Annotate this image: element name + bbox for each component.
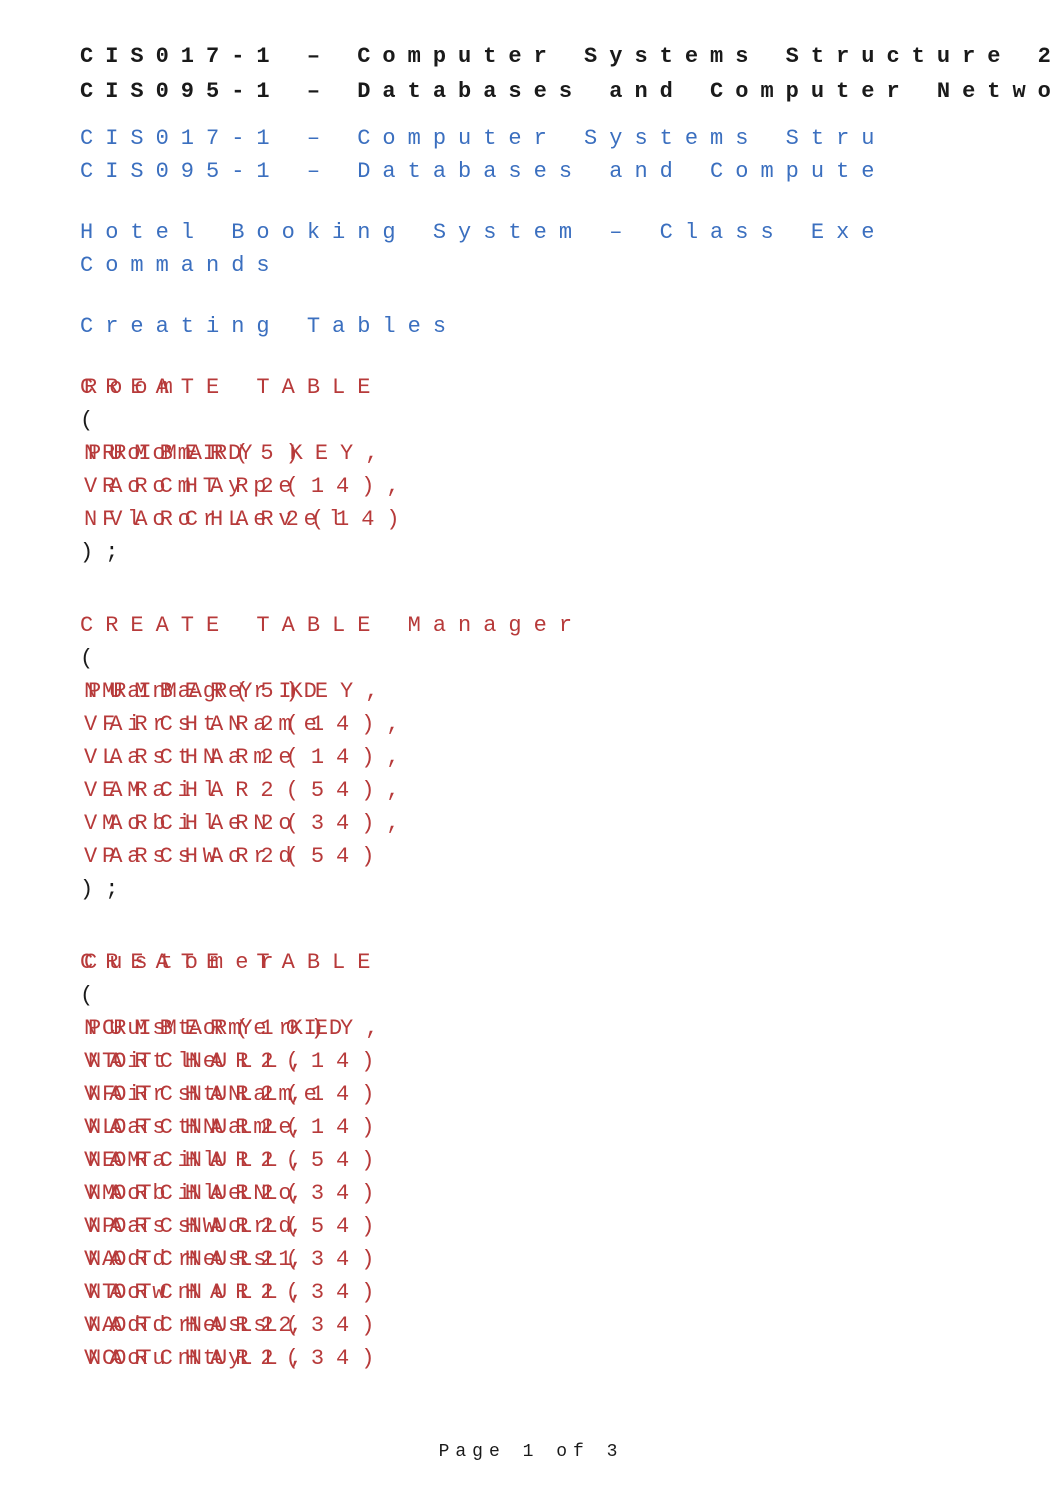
doc-title-2: Commands bbox=[80, 249, 1062, 282]
room-id-line: RoomID NUMBER(5) PRIMARY KEY, bbox=[80, 437, 1062, 470]
page-footer: Page 1 of 3 bbox=[0, 1439, 1062, 1466]
paren-open-2: ( bbox=[80, 642, 1062, 675]
subheader-line-1: CIS017-1 – Computer Systems Stru bbox=[80, 122, 1062, 155]
m-mobile-a: MobileNo bbox=[102, 811, 304, 836]
paren-close: ); bbox=[80, 536, 1062, 569]
c-town-a: Town bbox=[102, 1280, 203, 1305]
paren-close-2: ); bbox=[80, 873, 1062, 906]
create-room: CREATE TABLE Room bbox=[80, 371, 1062, 404]
c-mobile-a: MobileNo bbox=[102, 1181, 304, 1206]
c-addr2-a: Address2 bbox=[102, 1313, 304, 1338]
m-pass-line: PassWord VARCHAR2(54) bbox=[80, 840, 1062, 873]
doc-title-1: Hotel Booking System – Class Exe bbox=[80, 216, 1062, 249]
floor-level-line: FloorLevel NVARCHAR2(14) bbox=[80, 503, 1062, 536]
c-pass-line: PassWord VARCHAR2(54) NOT NULL, bbox=[80, 1210, 1062, 1243]
c-first-a: FirstName bbox=[102, 1082, 329, 1107]
section-heading: Creating Tables bbox=[80, 310, 1062, 343]
m-email-line: EMail VARCHAR2(54), bbox=[80, 774, 1062, 807]
c-email-line: EMail VARCHAR2(54) NOT NULL, bbox=[80, 1144, 1062, 1177]
manager-id-a: ManagerID bbox=[102, 679, 329, 704]
create-customer: CREATE TABLE Customer bbox=[80, 946, 1062, 979]
c-addr2-line: Address2 VARCHAR2(34) NOT NULL, bbox=[80, 1309, 1062, 1342]
m-first-a: FirstName bbox=[102, 712, 329, 737]
c-first-line: FirstName VARCHAR2(14) NOT NULL, bbox=[80, 1078, 1062, 1111]
c-email-a: EMail bbox=[102, 1148, 228, 1173]
c-id-line: CustomerID NUMBER(10) PRIMARY KEY, bbox=[80, 1012, 1062, 1045]
header-line-1: CIS017-1 – Computer Systems Structure 20 bbox=[80, 40, 1062, 73]
m-mobile-line: MobileNo VARCHAR2(34), bbox=[80, 807, 1062, 840]
room-type-a: RoomType bbox=[102, 474, 304, 499]
c-title-line: Title VARCHAR2(14) NOT NULL, bbox=[80, 1045, 1062, 1078]
c-last-a: LastName bbox=[102, 1115, 304, 1140]
c-mobile-line: MobileNo VARCHAR2(34) NOT NULL, bbox=[80, 1177, 1062, 1210]
m-last-a: LastName bbox=[102, 745, 304, 770]
c-addr1-a: Address1 bbox=[102, 1247, 304, 1272]
room-id-a: RoomID bbox=[102, 441, 253, 466]
create-manager: CREATE TABLE Manager bbox=[80, 609, 1062, 642]
header-line-2: CIS095-1 – Databases and Computer Networ bbox=[80, 75, 1062, 108]
c-last-line: LastName VARCHAR2(14) NOT NULL, bbox=[80, 1111, 1062, 1144]
c-addr1-line: Address1 VARCHAR2(34) NOT NULL, bbox=[80, 1243, 1062, 1276]
m-first-line: FirstName VARCHAR2(14), bbox=[80, 708, 1062, 741]
room-type-line: RoomType VARCHAR2(14), bbox=[80, 470, 1062, 503]
c-town-line: Town VARCHAR2(34) NOT NULL, bbox=[80, 1276, 1062, 1309]
manager-id-line: ManagerID NUMBER(5) PRIMARY KEY, bbox=[80, 675, 1062, 708]
c-pass-a: PassWord bbox=[102, 1214, 304, 1239]
m-email-a: EMail bbox=[102, 778, 228, 803]
create-customer-a: CREATE TABLE bbox=[80, 950, 382, 975]
subheader-line-2: CIS095-1 – Databases and Compute bbox=[80, 155, 1062, 188]
paren-open: ( bbox=[80, 404, 1062, 437]
paren-open-3: ( bbox=[80, 979, 1062, 1012]
page-content: CIS017-1 – Computer Systems Structure 20… bbox=[0, 0, 1062, 1375]
floor-level-a: FloorLevel bbox=[102, 507, 354, 532]
create-room-a: CREATE TABLE bbox=[80, 375, 382, 400]
c-title-a: Title bbox=[102, 1049, 228, 1074]
c-county-line: County VARCHAR2(34) NOT NULL, bbox=[80, 1342, 1062, 1375]
c-id-a: CustomerID bbox=[102, 1016, 354, 1041]
c-county-a: County bbox=[102, 1346, 253, 1371]
m-last-line: LastName VARCHAR2(14), bbox=[80, 741, 1062, 774]
m-pass-a: PassWord bbox=[102, 844, 304, 869]
